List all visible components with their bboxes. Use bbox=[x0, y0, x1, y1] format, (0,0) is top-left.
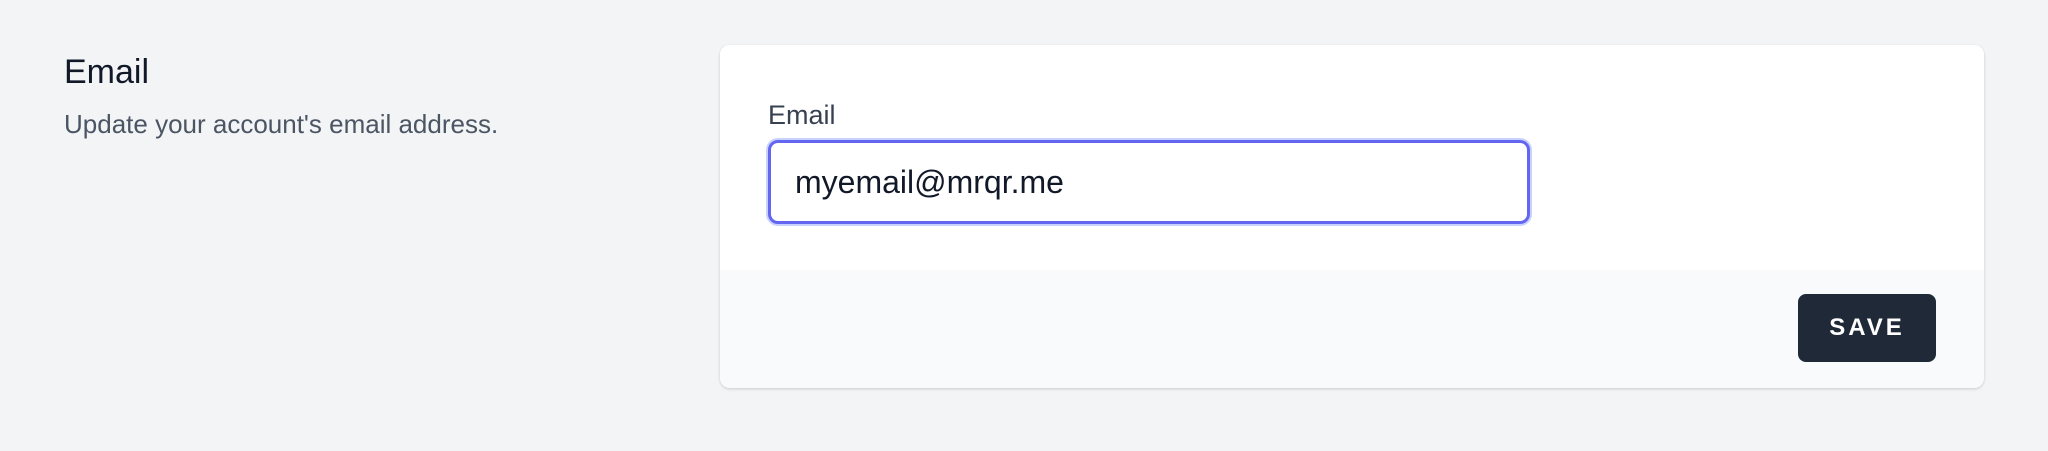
save-button[interactable]: SAVE bbox=[1798, 294, 1936, 362]
page: Email Update your account's email addres… bbox=[0, 0, 2048, 451]
section-title: Email bbox=[64, 53, 150, 91]
card-body: Email bbox=[720, 45, 1984, 270]
email-input[interactable] bbox=[768, 140, 1530, 224]
section-description: Update your account's email address. bbox=[64, 109, 499, 139]
section-info: Email Update your account's email addres… bbox=[64, 50, 664, 142]
email-label: Email bbox=[768, 100, 836, 130]
card-footer: SAVE bbox=[720, 270, 1984, 388]
email-form-card: Email SAVE bbox=[720, 45, 1984, 388]
